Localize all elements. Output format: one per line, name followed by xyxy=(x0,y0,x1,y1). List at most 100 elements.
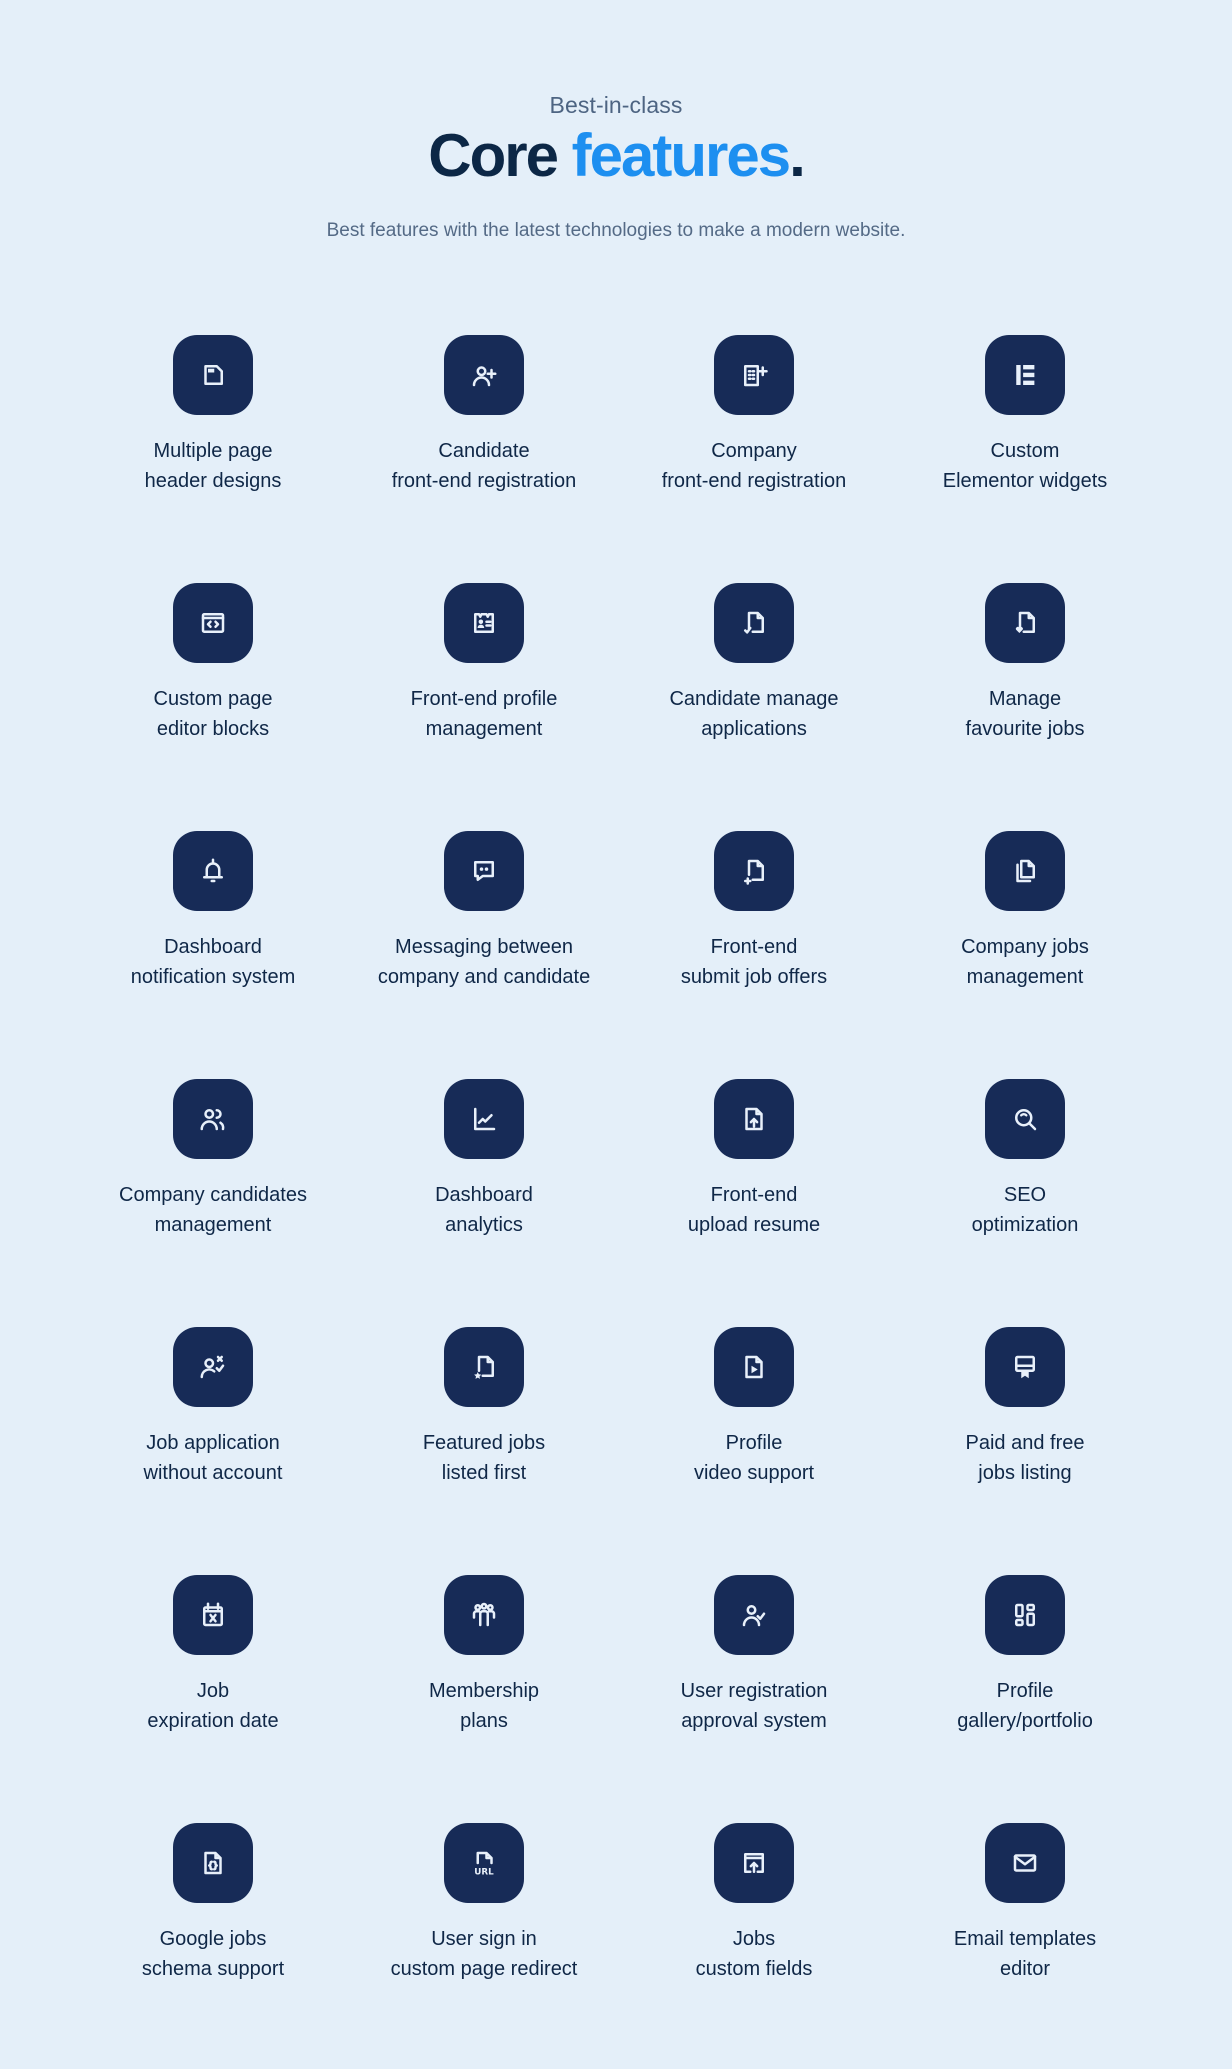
feature-icon-box xyxy=(173,583,253,663)
feature-icon-box xyxy=(714,1079,794,1159)
feature-label-line-2: approval system xyxy=(681,1710,827,1732)
feature-item: Dashboard analytics xyxy=(349,1079,619,1240)
feature-label-line-1: Company xyxy=(711,440,797,462)
feature-label: Paid and free jobs listing xyxy=(890,1428,1160,1488)
window-upload-icon xyxy=(744,1853,764,1873)
feature-item: Front-end upload resume xyxy=(619,1079,889,1240)
feature-icon-box xyxy=(985,1079,1065,1159)
feature-icon-box xyxy=(985,583,1065,663)
file-url-icon: URL xyxy=(474,1851,494,1877)
features-grid: Multiple page header designs Candidate fron… xyxy=(0,0,1232,2069)
feature-label: Custom Elementor widgets xyxy=(890,436,1160,496)
feature-label-line-2: custom fields xyxy=(695,1958,813,1980)
feature-label: Company front-end registration xyxy=(619,436,889,496)
dashboard-layout-icon xyxy=(1015,1603,1035,1627)
feature-item: Job application without account xyxy=(78,1327,348,1488)
certificate-icon xyxy=(1015,1355,1035,1379)
feature-icon-box xyxy=(985,1327,1065,1407)
feature-label-line-2: submit job offers xyxy=(680,966,828,988)
feature-label: Messaging between company and candidate xyxy=(349,932,619,992)
feature-item: Custom Elementor widgets xyxy=(890,335,1160,496)
feature-icon-box xyxy=(714,1327,794,1407)
feature-label: User registration approval system xyxy=(619,1676,889,1736)
feature-label-line-2: custom page redirect xyxy=(390,1958,578,1980)
feature-label-line-1: Paid and free xyxy=(965,1432,1085,1454)
feature-label: Profile gallery/portfolio xyxy=(890,1676,1160,1736)
feature-label: Custom page editor blocks xyxy=(78,684,348,744)
feature-label-line-2: management xyxy=(154,1214,272,1236)
feature-icon-box xyxy=(173,1079,253,1159)
feature-item: Profile video support xyxy=(619,1327,889,1488)
feature-icon-box xyxy=(173,1575,253,1655)
feature-icon-box xyxy=(444,1327,524,1407)
feature-label-line-1: Company jobs xyxy=(961,936,1089,958)
feature-icon-box xyxy=(985,831,1065,911)
user-x-check-icon xyxy=(200,1355,225,1379)
file-code-icon xyxy=(204,1851,222,1875)
feature-item: Membership plans xyxy=(349,1575,619,1736)
feature-label-line-1: Company candidates xyxy=(119,1184,307,1206)
users-icon xyxy=(200,1109,225,1131)
feature-label-line-2: listed first xyxy=(441,1462,527,1484)
feature-label-line-2: company and candidate xyxy=(377,966,591,988)
feature-item: Jobs custom fields xyxy=(619,1823,889,1984)
feature-label-line-2: without account xyxy=(143,1462,283,1484)
feature-label-line-2: upload resume xyxy=(687,1214,821,1236)
feature-label: Company jobs management xyxy=(890,932,1160,992)
feature-label-line-2: plans xyxy=(460,1710,508,1732)
feature-icon-box xyxy=(714,1575,794,1655)
feature-label-line-2: front-end registration xyxy=(391,470,577,492)
files-icon xyxy=(1016,859,1035,883)
feature-label-line-1: Job xyxy=(196,1680,230,1702)
feature-label-line-2: editor blocks xyxy=(156,718,270,740)
feature-item: Candidate manage applications xyxy=(619,583,889,744)
feature-label-line-2: editor xyxy=(999,1958,1051,1980)
user-plus-icon xyxy=(472,366,497,387)
bell-icon xyxy=(203,858,223,883)
feature-icon-box xyxy=(173,1823,253,1903)
feature-label: Featured jobs listed first xyxy=(349,1428,619,1488)
feature-label-line-2: header designs xyxy=(144,470,282,492)
feature-label-line-1: SEO xyxy=(1003,1184,1047,1206)
feature-label-line-2: Elementor widgets xyxy=(942,470,1108,492)
feature-label-line-2: jobs listing xyxy=(978,1462,1072,1484)
feature-label-line-2: management xyxy=(425,718,543,740)
feature-item: Google jobs schema support xyxy=(78,1823,348,1984)
feature-item: SEO optimization xyxy=(890,1079,1160,1240)
feature-label: Profile video support xyxy=(619,1428,889,1488)
feature-label-line-1: Featured jobs xyxy=(422,1432,546,1454)
feature-label-line-1: Email templates xyxy=(953,1928,1097,1950)
feature-item: User registration approval system xyxy=(619,1575,889,1736)
feature-item: Manage favourite jobs xyxy=(890,583,1160,744)
feature-label: Manage favourite jobs xyxy=(890,684,1160,744)
feature-item: Custom page editor blocks xyxy=(78,583,348,744)
feature-item: Company candidates management xyxy=(78,1079,348,1240)
feature-icon-box xyxy=(985,1575,1065,1655)
feature-label-line-1: Front-end xyxy=(710,1184,798,1206)
feature-label: Front-end submit job offers xyxy=(619,932,889,992)
feature-icon-box xyxy=(714,335,794,415)
feature-item: Multiple page header designs xyxy=(78,335,348,496)
feature-label: Front-end profile management xyxy=(349,684,619,744)
svg-text:URL: URL xyxy=(474,1867,494,1877)
feature-label-line-2: favourite jobs xyxy=(965,718,1085,740)
chart-line-icon xyxy=(474,1107,496,1131)
feature-label-line-1: Custom page xyxy=(153,688,273,710)
feature-item: Candidate front-end registration xyxy=(349,335,619,496)
feature-item: Dashboard notification system xyxy=(78,831,348,992)
feature-label: Candidate manage applications xyxy=(619,684,889,744)
feature-label-line-1: Dashboard xyxy=(164,936,262,958)
feature-label-line-2: gallery/portfolio xyxy=(957,1710,1093,1732)
feature-item: Profile gallery/portfolio xyxy=(890,1575,1160,1736)
feature-label-line-2: management xyxy=(966,966,1084,988)
file-video-icon xyxy=(745,1355,763,1379)
feature-label-line-1: Jobs xyxy=(732,1928,776,1950)
feature-label-line-2: optimization xyxy=(971,1214,1079,1236)
feature-icon-box xyxy=(714,1823,794,1903)
file-check-icon xyxy=(744,611,764,634)
feature-label: Google jobs schema support xyxy=(78,1924,348,1984)
feature-icon-box xyxy=(714,583,794,663)
feature-label: Front-end upload resume xyxy=(619,1180,889,1240)
feature-label: Company candidates management xyxy=(78,1180,348,1240)
feature-label-line-1: Job application xyxy=(146,1432,280,1454)
